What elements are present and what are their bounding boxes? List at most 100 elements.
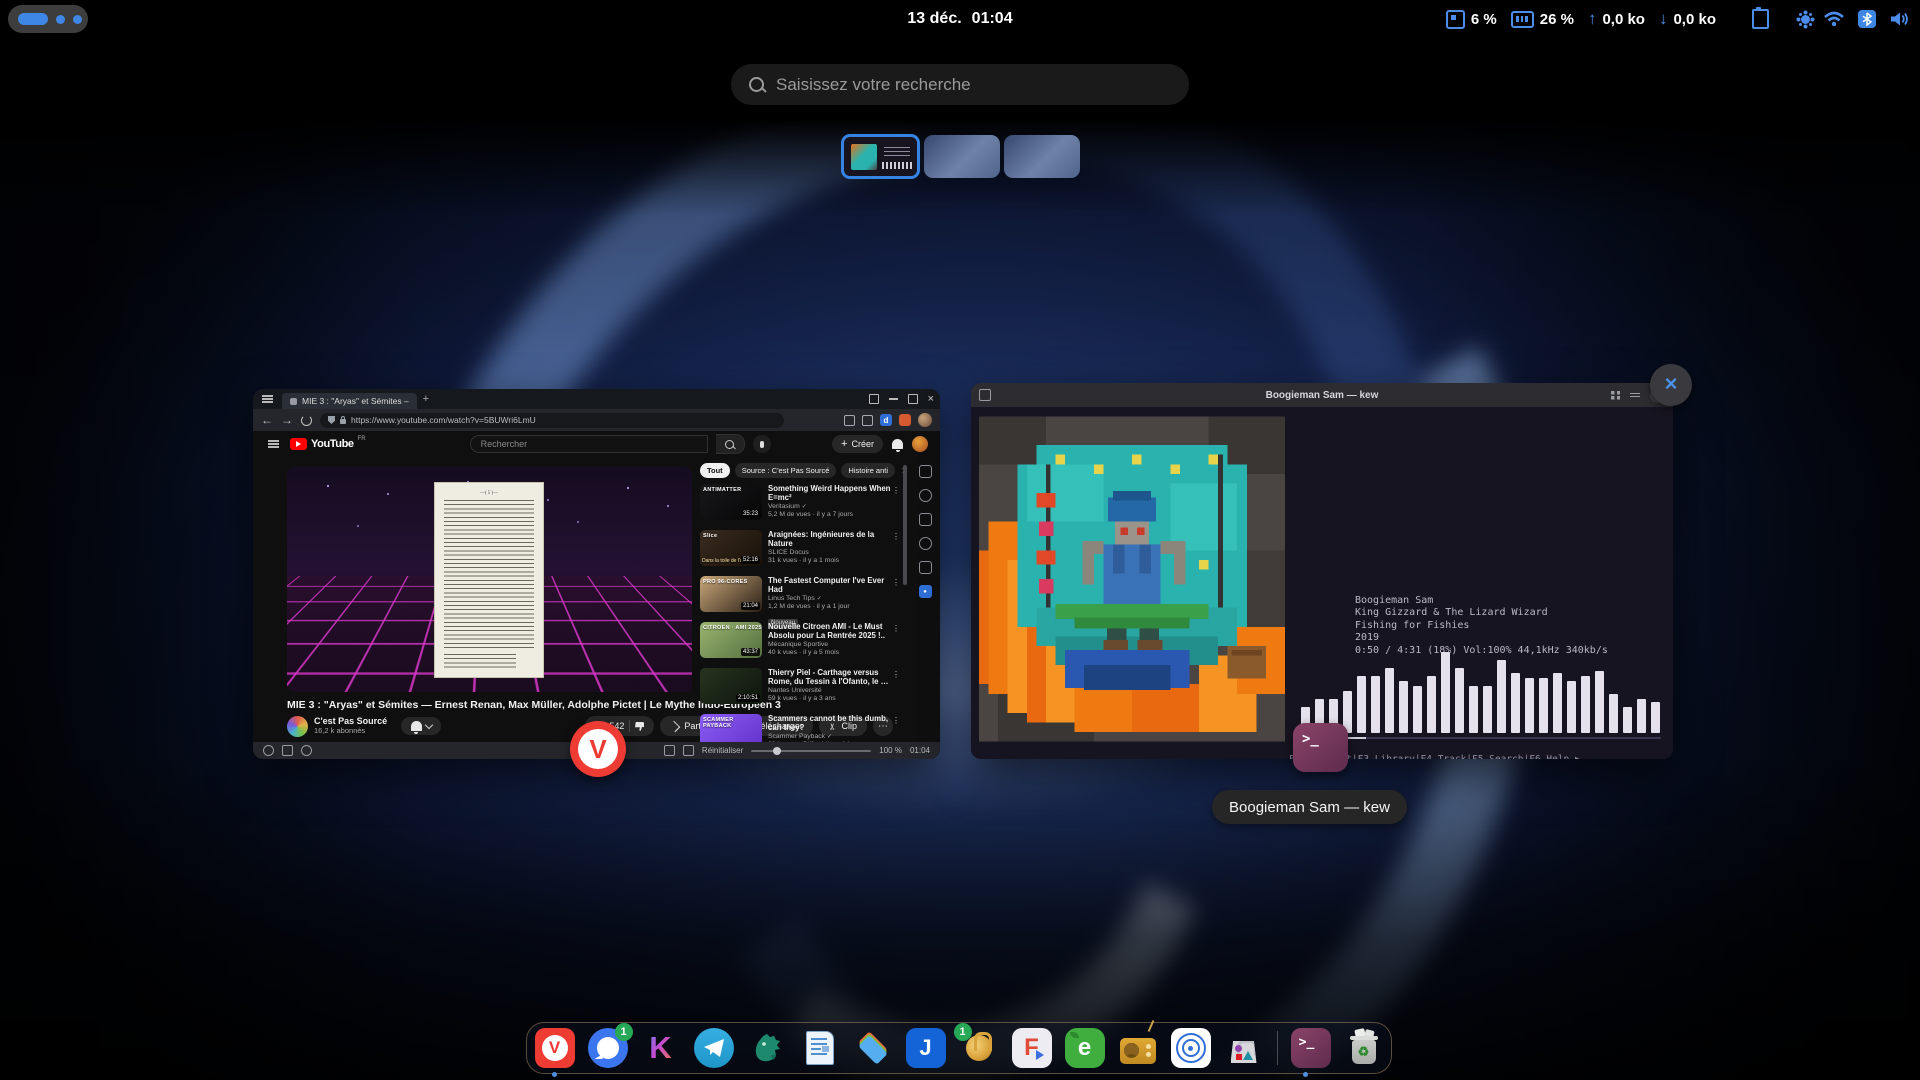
wifi-icon[interactable]: [1824, 11, 1844, 27]
chip-histoire[interactable]: Histoire anti: [841, 463, 895, 478]
suggestion-title[interactable]: Thierry Piel - Carthage versus Rome, du …: [768, 668, 900, 686]
video-player[interactable]: —( 5 )—: [287, 467, 692, 692]
subscribed-bell-button[interactable]: [401, 717, 441, 735]
dock-shortwave[interactable]: [1118, 1028, 1158, 1068]
suggestion-title[interactable]: Araignées: Ingénieures de la Nature: [768, 530, 900, 548]
suggestion-item[interactable]: CITROEN · AMI 2025 43:37 Nouvelle Citroe…: [700, 622, 900, 660]
dock-freetube[interactable]: F: [1012, 1028, 1052, 1068]
window-close-button[interactable]: ×: [1650, 364, 1692, 406]
reading-list-icon[interactable]: [862, 415, 873, 426]
dock-trash[interactable]: ♻: [1344, 1028, 1384, 1068]
closed-tabs-icon[interactable]: [869, 394, 879, 404]
panel-web-icon[interactable]: ●: [919, 585, 932, 598]
night-light-icon[interactable]: [1801, 15, 1810, 24]
back-icon[interactable]: ←: [261, 413, 273, 427]
suggestion-thumbnail[interactable]: ANTIMATTER 35:23: [700, 484, 762, 520]
suggestion-meta: 5,2 M de vues · il y a 7 jours: [768, 511, 900, 519]
suggestion-thumbnail[interactable]: PRO 96-CORES 21:04: [700, 576, 762, 612]
kebab-menu-icon[interactable]: ⋮: [892, 486, 900, 495]
youtube-mic-button[interactable]: [753, 435, 771, 453]
profile-avatar[interactable]: [918, 413, 932, 427]
menu-icon[interactable]: [1630, 393, 1640, 395]
tab-overview-icon[interactable]: [1611, 391, 1620, 400]
kebab-menu-icon[interactable]: ⋮: [892, 532, 900, 541]
dock-telegram[interactable]: [694, 1028, 734, 1068]
kebab-menu-icon[interactable]: ⋮: [892, 624, 900, 633]
youtube-avatar[interactable]: [912, 436, 928, 452]
scrollbar[interactable]: [903, 465, 907, 585]
dock-signal[interactable]: 1: [588, 1028, 628, 1068]
suggestion-title[interactable]: Scammers cannot be this dumb, can they?: [768, 714, 900, 732]
volume-icon[interactable]: [1890, 11, 1910, 27]
channel-avatar[interactable]: [287, 716, 308, 737]
create-button[interactable]: +Créer: [832, 435, 883, 453]
dock-gnome-software[interactable]: [1224, 1028, 1264, 1068]
dock-kasts[interactable]: K: [641, 1028, 681, 1068]
zoom-reset-label[interactable]: Réinitialiser: [702, 746, 743, 755]
suggestion-item[interactable]: 2:10:51 Thierry Piel - Carthage versus R…: [700, 668, 900, 706]
dock-libreoffice-writer[interactable]: [800, 1028, 840, 1068]
suggestion-thumbnail[interactable]: CITROEN · AMI 2025 43:37: [700, 622, 762, 658]
dock-e-app[interactable]: e: [1065, 1028, 1105, 1068]
suggestion-title[interactable]: Something Weird Happens When E=mc²: [768, 484, 900, 502]
suggestion-title[interactable]: The Fastest Computer I've Ever Had: [768, 576, 900, 594]
dock-terminal[interactable]: >_: [1291, 1028, 1331, 1068]
dock-tuba[interactable]: 1: [959, 1028, 999, 1068]
youtube-search-button[interactable]: [716, 434, 745, 454]
trash-icon: ♻: [1352, 1040, 1376, 1064]
dock-layers-app[interactable]: [853, 1028, 893, 1068]
extension-icon[interactable]: [899, 414, 911, 426]
status-icon[interactable]: [263, 745, 274, 756]
workspace-thumb-1[interactable]: [841, 134, 920, 179]
panel-icon[interactable]: [919, 465, 932, 478]
forward-icon[interactable]: →: [281, 413, 293, 427]
workspace-thumb-3[interactable]: [1004, 135, 1080, 178]
clipboard-icon[interactable]: [1752, 9, 1769, 29]
dock-sonar-app[interactable]: [1171, 1028, 1211, 1068]
chip-source[interactable]: Source : C'est Pas Sourcé: [735, 463, 837, 478]
panel-icon[interactable]: [919, 561, 932, 574]
reload-icon[interactable]: [301, 415, 312, 426]
address-bar[interactable]: https://www.youtube.com/watch?v=5BUWri6L…: [320, 413, 784, 428]
panel-icon[interactable]: [919, 513, 932, 526]
vivaldi-menu-icon[interactable]: [262, 398, 273, 400]
bookmark-icon[interactable]: [844, 415, 855, 426]
workspace-thumb-2[interactable]: [924, 135, 1000, 178]
notification-badge: 1: [615, 1023, 633, 1041]
dock-vivaldi[interactable]: V: [535, 1028, 575, 1068]
dock-joplin[interactable]: J: [906, 1028, 946, 1068]
minimize-icon[interactable]: [889, 398, 898, 400]
kebab-menu-icon[interactable]: ⋮: [892, 670, 900, 679]
suggestion-item[interactable]: Slice Dans la toile de l'ar… 52:16 Araig…: [700, 530, 900, 568]
bluetooth-icon[interactable]: [1858, 10, 1876, 28]
window-preview-terminal[interactable]: Boogieman Sam — kew: [971, 383, 1673, 759]
maximize-icon[interactable]: [908, 394, 918, 404]
capture-icon[interactable]: [664, 745, 675, 756]
extension-icon[interactable]: d: [880, 414, 892, 426]
youtube-search-input[interactable]: Rechercher: [470, 435, 708, 453]
panel-icon[interactable]: [919, 537, 932, 550]
dock-dino[interactable]: [747, 1028, 787, 1068]
chip-tout[interactable]: Tout: [700, 463, 730, 478]
notifications-bell-icon[interactable]: [892, 439, 903, 449]
status-icon[interactable]: [282, 745, 293, 756]
window-preview-vivaldi[interactable]: MIE 3 : "Aryas" et Sémites – + × ← → htt…: [253, 389, 940, 759]
suggestion-title[interactable]: Nouvelle Citroen AMI - Le Must Absolu po…: [768, 622, 900, 640]
status-icon[interactable]: [301, 745, 312, 756]
close-icon[interactable]: ×: [928, 393, 934, 405]
panel-icon[interactable]: [919, 489, 932, 502]
youtube-logo[interactable]: YouTube FR: [290, 438, 366, 450]
suggestion-item[interactable]: ANTIMATTER 35:23 Something Weird Happens…: [700, 484, 900, 522]
system-indicators[interactable]: 6 % 26 % ↑ 0,0 ko ↓ 0,0 ko: [1446, 0, 1910, 38]
kebab-menu-icon[interactable]: ⋮: [892, 578, 900, 587]
youtube-menu-icon[interactable]: [268, 443, 279, 445]
suggestion-thumbnail[interactable]: Slice Dans la toile de l'ar… 52:16: [700, 530, 762, 566]
suggestion-thumbnail[interactable]: 2:10:51: [700, 668, 762, 704]
tiling-icon[interactable]: [683, 745, 694, 756]
suggestion-item[interactable]: PRO 96-CORES 21:04 The Fastest Computer …: [700, 576, 900, 614]
browser-tab[interactable]: MIE 3 : "Aryas" et Sémites –: [282, 393, 417, 409]
kebab-menu-icon[interactable]: ⋮: [892, 716, 900, 725]
new-tab-button[interactable]: +: [423, 393, 429, 405]
zoom-slider[interactable]: [751, 750, 871, 752]
overview-search[interactable]: Saisissez votre recherche: [731, 64, 1189, 105]
